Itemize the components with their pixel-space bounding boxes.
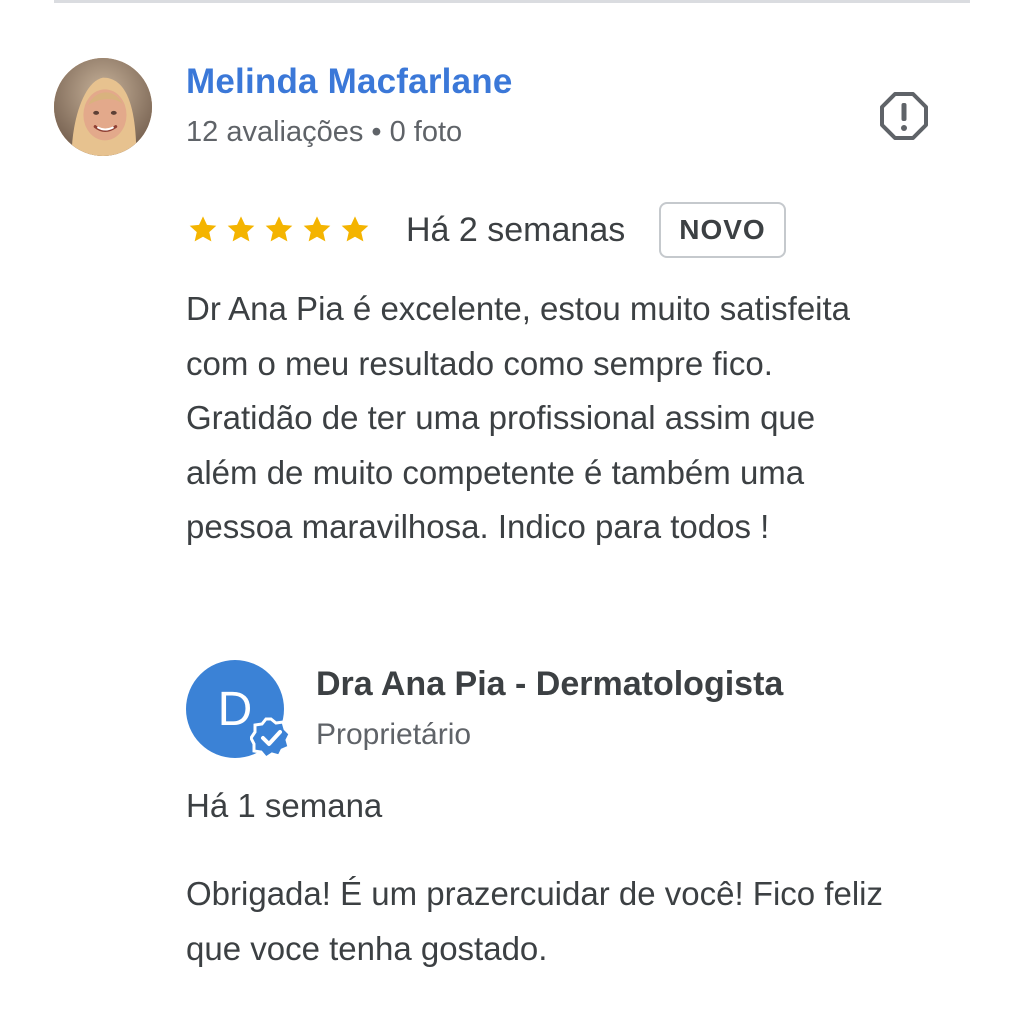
reply-date: Há 1 semana <box>186 787 383 824</box>
star-icon <box>189 216 217 242</box>
review-date: Há 2 semanas <box>406 210 626 249</box>
top-divider <box>54 0 970 3</box>
reply-text: Obrigada! É um prazercuidar de você! Fic… <box>186 875 883 967</box>
new-badge: NOVO <box>659 202 786 258</box>
star-rating <box>186 213 372 247</box>
rating-row: Há 2 semanas NOVO <box>186 198 786 262</box>
star-icon <box>265 216 293 242</box>
star-icon <box>227 216 255 242</box>
star-icon <box>303 216 331 242</box>
owner-name: Dra Ana Pia - Dermatologista <box>316 665 784 703</box>
verified-badge-icon <box>250 717 292 759</box>
owner-role: Proprietário <box>316 718 472 751</box>
reviewer-meta: 12 avaliações • 0 foto <box>186 116 463 148</box>
user-avatar-icon <box>54 58 152 156</box>
reviewer-name-link[interactable]: Melinda Macfarlane <box>186 62 512 102</box>
report-icon[interactable] <box>878 90 930 142</box>
star-icon <box>341 216 369 242</box>
review-text: Dr Ana Pia é excelente, estou muito sati… <box>186 290 851 545</box>
reviewer-avatar[interactable] <box>54 58 152 156</box>
owner-avatar-letter: D <box>217 682 253 736</box>
